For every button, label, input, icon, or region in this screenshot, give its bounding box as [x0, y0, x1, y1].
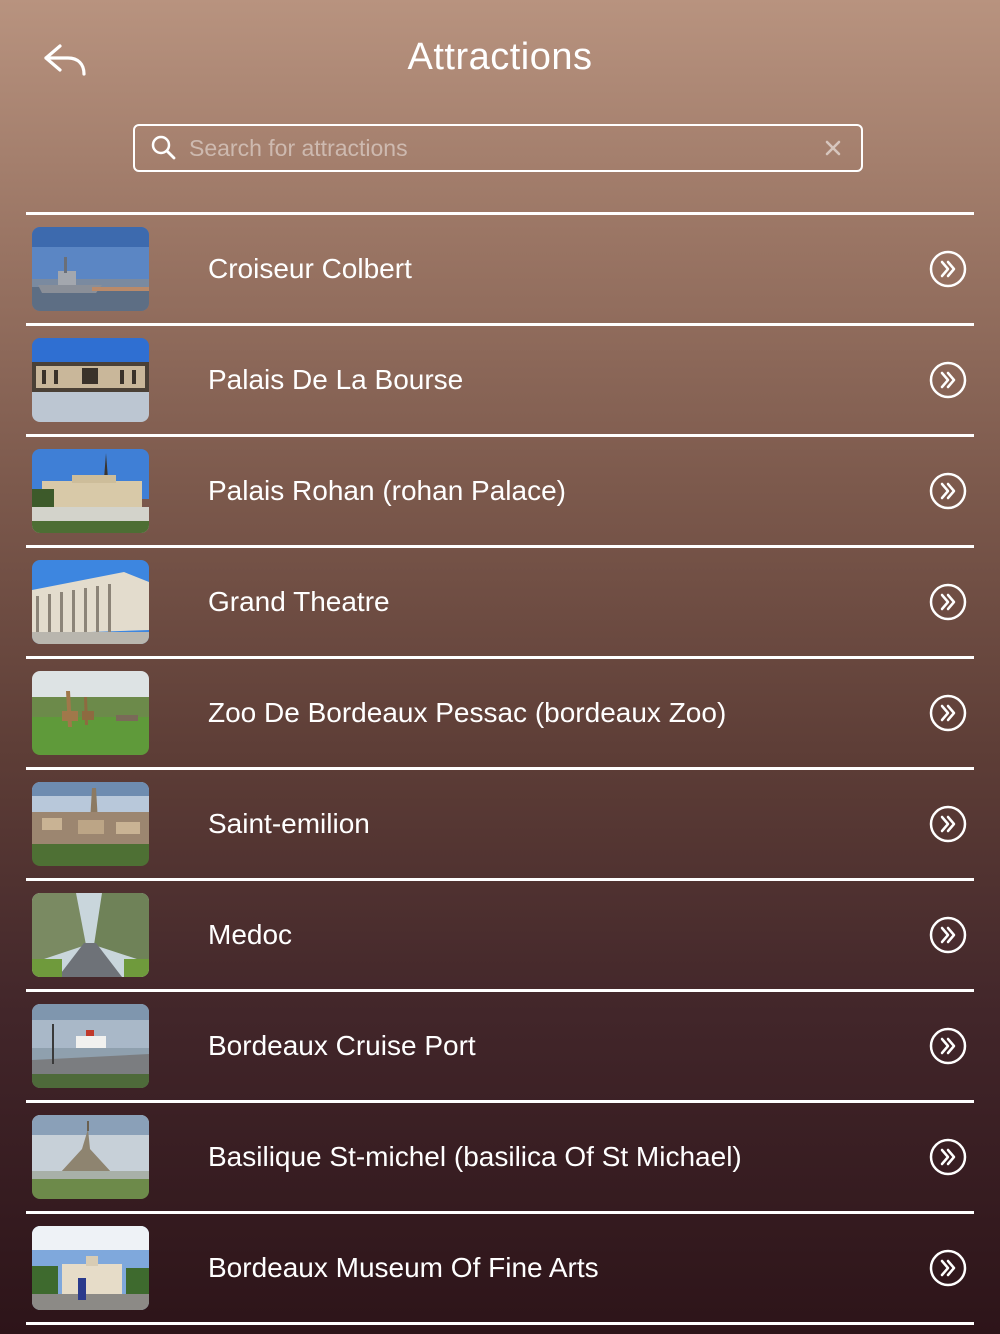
village-church-photo — [32, 782, 149, 866]
search-input[interactable] — [179, 128, 819, 168]
list-item[interactable]: Zoo De Bordeaux Pessac (bordeaux Zoo) — [26, 659, 974, 770]
palace-square-photo — [32, 338, 149, 422]
abbey-island-photo — [32, 1115, 149, 1199]
cruise-ship-quay-photo — [32, 1004, 149, 1088]
chevron-right-circle-icon[interactable] — [928, 1026, 968, 1066]
list-item[interactable]: Bordeaux Museum Of Fine Arts — [26, 1214, 974, 1325]
list-item-label: Croiseur Colbert — [208, 253, 412, 284]
list-item-label: Palais Rohan (rohan Palace) — [208, 475, 566, 506]
search-icon — [149, 133, 179, 163]
chevron-right-circle-icon[interactable] — [928, 249, 968, 289]
list-item[interactable]: Bordeaux Cruise Port — [26, 992, 974, 1103]
list-item[interactable]: Saint-emilion — [26, 770, 974, 881]
colonnade-theatre-photo — [32, 560, 149, 644]
list-item[interactable]: Palais De La Bourse — [26, 326, 974, 437]
giraffes-field-photo — [32, 671, 149, 755]
list-item[interactable]: Medoc — [26, 881, 974, 992]
chevron-right-circle-icon[interactable] — [928, 360, 968, 400]
palace-garden-photo — [32, 449, 149, 533]
nav-bar: Attractions — [0, 0, 1000, 120]
list-item-label: Palais De La Bourse — [208, 364, 464, 395]
chevron-right-circle-icon[interactable] — [928, 582, 968, 622]
list-item[interactable]: Basilique St-michel (basilica Of St Mich… — [26, 1103, 974, 1214]
attractions-list: Croiseur Colbert Palais De La Bourse Pal… — [26, 212, 974, 1325]
search-bar — [133, 124, 863, 172]
list-item[interactable]: Palais Rohan (rohan Palace) — [26, 437, 974, 548]
list-item-label: Zoo De Bordeaux Pessac (bordeaux Zoo) — [208, 697, 727, 728]
list-item[interactable]: Croiseur Colbert — [26, 215, 974, 326]
list-item-label: Grand Theatre — [208, 586, 390, 617]
warship-harbor-photo — [32, 227, 149, 311]
clear-icon[interactable] — [819, 134, 847, 162]
page-title: Attractions — [407, 36, 593, 78]
chevron-right-circle-icon[interactable] — [928, 1248, 968, 1288]
list-item-label: Medoc — [208, 919, 293, 950]
list-item-label: Saint-emilion — [208, 808, 370, 839]
chevron-right-circle-icon[interactable] — [928, 915, 968, 955]
list-item-label: Basilique St-michel (basilica Of St Mich… — [208, 1141, 742, 1172]
list-item-label: Bordeaux Cruise Port — [208, 1030, 476, 1061]
museum-building-photo — [32, 1226, 149, 1310]
chevron-right-circle-icon[interactable] — [928, 804, 968, 844]
chevron-right-circle-icon[interactable] — [928, 693, 968, 733]
chevron-right-circle-icon[interactable] — [928, 471, 968, 511]
chevron-right-circle-icon[interactable] — [928, 1137, 968, 1177]
tree-lined-road-photo — [32, 893, 149, 977]
list-item[interactable]: Grand Theatre — [26, 548, 974, 659]
list-item-label: Bordeaux Museum Of Fine Arts — [208, 1252, 599, 1283]
